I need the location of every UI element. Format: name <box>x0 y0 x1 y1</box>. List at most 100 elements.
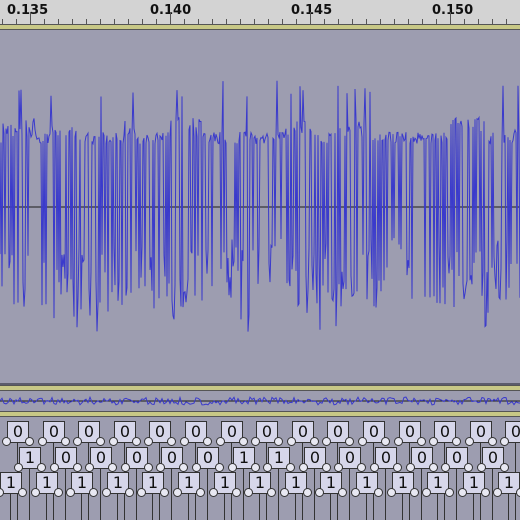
bit-label-handle-icon[interactable] <box>54 488 63 497</box>
bit-label-handle-icon[interactable] <box>315 488 324 497</box>
bit-label-handle-icon[interactable] <box>38 437 47 446</box>
bit-label-handle-icon[interactable] <box>410 488 419 497</box>
bit-label-handle-icon[interactable] <box>387 488 396 497</box>
bit-label-handle-icon[interactable] <box>299 463 308 472</box>
bit-label-stem <box>10 494 11 520</box>
bit-label-handle-icon[interactable] <box>37 463 46 472</box>
bit-label-handle-icon[interactable] <box>477 463 486 472</box>
bit-label-handle-icon[interactable] <box>334 463 343 472</box>
bit-label-handle-icon[interactable] <box>357 463 366 472</box>
bit-label-handle-icon[interactable] <box>370 463 379 472</box>
bit-label-handle-icon[interactable] <box>406 463 415 472</box>
timeline-tick <box>296 19 297 24</box>
bit-label-handle-icon[interactable] <box>0 488 4 497</box>
bit-label-handle-icon[interactable] <box>445 488 454 497</box>
bit-label-handle-icon[interactable] <box>267 488 276 497</box>
bit-label-handle-icon[interactable] <box>429 437 438 446</box>
bit-label-handle-icon[interactable] <box>303 488 312 497</box>
bit-label-stem <box>171 469 172 520</box>
bit-label-stem <box>81 494 82 520</box>
bit-label-handle-icon[interactable] <box>25 437 34 446</box>
bit-label-handle-icon[interactable] <box>452 437 461 446</box>
timeline-tick <box>408 19 409 24</box>
bit-label-handle-icon[interactable] <box>481 488 490 497</box>
bit-label-handle-icon[interactable] <box>2 437 11 446</box>
bit-label-handle-icon[interactable] <box>244 488 253 497</box>
bit-label-handle-icon[interactable] <box>429 463 438 472</box>
bit-label-handle-icon[interactable] <box>66 488 75 497</box>
bit-label-handle-icon[interactable] <box>50 463 59 472</box>
bit-label-handle-icon[interactable] <box>96 437 105 446</box>
waveform-track[interactable] <box>0 30 520 385</box>
bit-label-handle-icon[interactable] <box>422 488 431 497</box>
bit-label-handle-icon[interactable] <box>85 463 94 472</box>
bit-label-handle-icon[interactable] <box>215 463 224 472</box>
timeline-tick <box>422 19 423 24</box>
bit-label-handle-icon[interactable] <box>393 463 402 472</box>
bit-label-handle-icon[interactable] <box>14 463 23 472</box>
bit-label-handle-icon[interactable] <box>173 488 182 497</box>
bit-label-handle-icon[interactable] <box>196 488 205 497</box>
bit-label-stem <box>152 494 153 520</box>
bit-label-handle-icon[interactable] <box>144 463 153 472</box>
bit-label-handle-icon[interactable] <box>488 437 497 446</box>
bit-label-handle-icon[interactable] <box>345 437 354 446</box>
bit-label-handle-icon[interactable] <box>73 463 82 472</box>
bit-label-handle-icon[interactable] <box>18 488 27 497</box>
bit-label-handle-icon[interactable] <box>458 488 467 497</box>
bit-label-handle-icon[interactable] <box>228 463 237 472</box>
bit-label-handle-icon[interactable] <box>160 488 169 497</box>
bit-label-handle-icon[interactable] <box>192 463 201 472</box>
bit-label-handle-icon[interactable] <box>167 437 176 446</box>
bit-label-handle-icon[interactable] <box>338 488 347 497</box>
timeline-tick <box>380 19 381 24</box>
bit-label-handle-icon[interactable] <box>239 437 248 446</box>
bit-label-handle-icon[interactable] <box>381 437 390 446</box>
bit-label-handle-icon[interactable] <box>132 437 141 446</box>
bit-label-handle-icon[interactable] <box>179 463 188 472</box>
bit-label-handle-icon[interactable] <box>89 488 98 497</box>
bit-label-handle-icon[interactable] <box>137 488 146 497</box>
bits-label-track[interactable]: 0000000000000001000001100000011111111111… <box>0 417 520 520</box>
bit-label-handle-icon[interactable] <box>156 463 165 472</box>
bit-label-handle-icon[interactable] <box>417 437 426 446</box>
bit-label-handle-icon[interactable] <box>374 488 383 497</box>
bit-label-handle-icon[interactable] <box>322 463 331 472</box>
bit-label-handle-icon[interactable] <box>287 437 296 446</box>
bit-label-handle-icon[interactable] <box>144 437 153 446</box>
bit-label-handle-icon[interactable] <box>500 463 509 472</box>
bit-label-handle-icon[interactable] <box>358 437 367 446</box>
bit-label-handle-icon[interactable] <box>73 437 82 446</box>
bit-label-handle-icon[interactable] <box>310 437 319 446</box>
bit-label-handle-icon[interactable] <box>31 488 40 497</box>
bit-label-handle-icon[interactable] <box>286 463 295 472</box>
bit-label-handle-icon[interactable] <box>493 488 502 497</box>
timeline-tick <box>240 19 241 24</box>
bit-label-handle-icon[interactable] <box>209 488 218 497</box>
bit-label-handle-icon[interactable] <box>516 488 520 497</box>
bit-label-handle-icon[interactable] <box>61 437 70 446</box>
bit-label-handle-icon[interactable] <box>274 437 283 446</box>
timeline-ruler[interactable]: 0.135 0.140 0.145 0.150 <box>0 0 520 30</box>
bit-label-handle-icon[interactable] <box>394 437 403 446</box>
bit-label-handle-icon[interactable] <box>464 463 473 472</box>
bit-label-handle-icon[interactable] <box>322 437 331 446</box>
bit-label-handle-icon[interactable] <box>125 488 134 497</box>
bit-label-handle-icon[interactable] <box>251 437 260 446</box>
bit-label-handle-icon[interactable] <box>263 463 272 472</box>
bit-label-handle-icon[interactable] <box>500 437 509 446</box>
bit-label-handle-icon[interactable] <box>203 437 212 446</box>
bit-label-handle-icon[interactable] <box>121 463 130 472</box>
bit-label-handle-icon[interactable] <box>108 463 117 472</box>
bit-label-handle-icon[interactable] <box>109 437 118 446</box>
bit-label-handle-icon[interactable] <box>465 437 474 446</box>
bit-label-handle-icon[interactable] <box>251 463 260 472</box>
bit-label-handle-icon[interactable] <box>216 437 225 446</box>
bit-label-handle-icon[interactable] <box>102 488 111 497</box>
bit-label-handle-icon[interactable] <box>232 488 241 497</box>
mini-waveform-track[interactable] <box>0 391 520 411</box>
bit-label-handle-icon[interactable] <box>351 488 360 497</box>
bit-label-handle-icon[interactable] <box>180 437 189 446</box>
bit-label-handle-icon[interactable] <box>441 463 450 472</box>
bit-label-handle-icon[interactable] <box>280 488 289 497</box>
